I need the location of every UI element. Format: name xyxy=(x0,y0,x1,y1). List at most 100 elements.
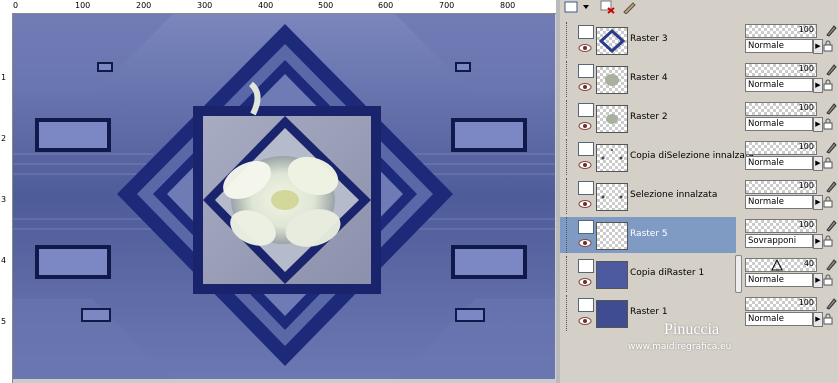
lock-icon[interactable] xyxy=(823,157,833,169)
brush-icon[interactable] xyxy=(825,23,837,37)
layer-name: Raster 1 xyxy=(630,307,668,317)
layer-row[interactable]: Raster 4 xyxy=(560,61,736,97)
blend-mode-select[interactable]: Normale xyxy=(745,117,813,131)
ruler-tick: 400 xyxy=(258,1,274,10)
layer-row[interactable]: Selezione innalzata xyxy=(560,178,736,214)
opacity-slider[interactable]: 100 xyxy=(745,297,817,311)
chevron-down-icon[interactable] xyxy=(582,0,590,14)
brush-icon[interactable] xyxy=(825,101,837,115)
layers-toolbar xyxy=(560,0,740,16)
layer-prop-row: 100 Normale ▶ xyxy=(743,295,838,333)
brush-icon[interactable] xyxy=(825,140,837,154)
tree-line xyxy=(566,22,577,58)
eye-icon[interactable] xyxy=(578,82,592,92)
ruler-tick: 100 xyxy=(75,1,91,10)
opacity-value: 100 xyxy=(798,181,814,190)
ruler-tick: 4 xyxy=(1,256,7,265)
layer-row[interactable]: Raster 2 xyxy=(560,100,736,136)
opacity-slider[interactable]: 100 xyxy=(745,102,817,116)
tree-line xyxy=(566,61,577,97)
layer-prop-row: 100 Normale ▶ xyxy=(743,100,838,138)
tree-line xyxy=(566,178,577,214)
layer-thumbnail xyxy=(596,105,628,133)
opacity-value: 100 xyxy=(798,220,814,229)
ruler-tick: 800 xyxy=(500,1,516,10)
chevron-right-icon[interactable]: ▶ xyxy=(813,39,823,54)
layers-list: Raster 3 Raster 4 Raster 2 Copia diSelez… xyxy=(560,22,754,362)
ruler-tick: 200 xyxy=(136,1,152,10)
tree-line xyxy=(566,295,577,331)
layer-properties: 100 Normale ▶ 100 Normale ▶ 100 Normale … xyxy=(743,22,838,362)
chevron-right-icon[interactable]: ▶ xyxy=(813,234,823,249)
eye-icon[interactable] xyxy=(578,277,592,287)
image-canvas[interactable] xyxy=(13,14,555,379)
chevron-right-icon[interactable]: ▶ xyxy=(813,156,823,171)
lock-icon[interactable] xyxy=(823,313,833,325)
layer-row[interactable]: Raster 3 xyxy=(560,22,736,58)
layer-row[interactable]: Copia diRaster 1 xyxy=(560,256,736,292)
eye-icon[interactable] xyxy=(578,316,592,326)
brush-icon[interactable] xyxy=(825,179,837,193)
opacity-slider[interactable]: 100 xyxy=(745,219,817,233)
eye-icon[interactable] xyxy=(578,160,592,170)
chevron-right-icon[interactable]: ▶ xyxy=(813,273,823,288)
blend-mode-select[interactable]: Normale xyxy=(745,195,813,209)
lock-icon[interactable] xyxy=(823,79,833,91)
layer-row[interactable]: Copia diSelezione innalzata xyxy=(560,139,754,175)
opacity-slider[interactable]: 100 xyxy=(745,63,817,77)
brush-icon[interactable] xyxy=(825,296,837,310)
opacity-slider[interactable]: 40 xyxy=(745,258,817,272)
brush-icon[interactable] xyxy=(825,62,837,76)
panel-split-handle[interactable] xyxy=(735,255,742,293)
ruler-tick: 1 xyxy=(1,73,7,82)
eye-icon[interactable] xyxy=(578,199,592,209)
blend-mode-select[interactable]: Sovrapponi xyxy=(745,234,813,248)
opacity-value: 100 xyxy=(798,142,814,151)
blend-mode-select[interactable]: Normale xyxy=(745,39,813,53)
raster-layer-icon xyxy=(578,298,594,312)
chevron-right-icon[interactable]: ▶ xyxy=(813,312,823,327)
layer-row-selected[interactable]: Raster 5 xyxy=(560,217,736,253)
ruler-tick: 500 xyxy=(318,1,334,10)
opacity-marker-icon xyxy=(771,259,783,271)
horizontal-scrollbar[interactable] xyxy=(13,379,555,383)
layer-name: Raster 3 xyxy=(630,34,668,44)
layer-name: Raster 2 xyxy=(630,112,668,122)
brush-icon[interactable] xyxy=(825,218,837,232)
layer-thumbnail xyxy=(596,183,628,211)
delete-layer-icon[interactable] xyxy=(600,0,616,14)
opacity-slider[interactable]: 100 xyxy=(745,180,817,194)
plaque-top-right xyxy=(451,118,527,152)
edit-layer-icon[interactable] xyxy=(622,0,638,15)
layer-thumbnail xyxy=(596,261,628,289)
lock-icon[interactable] xyxy=(823,235,833,247)
layer-prop-row: 100 Normale ▶ xyxy=(743,61,838,99)
opacity-slider[interactable]: 100 xyxy=(745,24,817,38)
lock-icon[interactable] xyxy=(823,274,833,286)
raster-layer-icon xyxy=(578,25,594,39)
chevron-right-icon[interactable]: ▶ xyxy=(813,195,823,210)
chevron-right-icon[interactable]: ▶ xyxy=(813,78,823,93)
blend-mode-select[interactable]: Normale xyxy=(745,273,813,287)
blend-mode-select[interactable]: Normale xyxy=(745,156,813,170)
opacity-slider[interactable]: 100 xyxy=(745,141,817,155)
layer-prop-row: 100 Normale ▶ xyxy=(743,139,838,177)
lock-icon[interactable] xyxy=(823,196,833,208)
blend-mode-select[interactable]: Normale xyxy=(745,78,813,92)
brush-icon[interactable] xyxy=(825,257,837,271)
plaque-bottom-left xyxy=(35,245,111,279)
raster-layer-icon xyxy=(578,220,594,234)
chevron-right-icon[interactable]: ▶ xyxy=(813,117,823,132)
eye-icon[interactable] xyxy=(578,238,592,248)
eye-icon[interactable] xyxy=(578,43,592,53)
layer-view-icon[interactable] xyxy=(564,0,580,14)
raster-layer-icon xyxy=(578,259,594,273)
eye-icon[interactable] xyxy=(578,121,592,131)
opacity-value: 40 xyxy=(803,259,814,268)
layer-thumbnail xyxy=(596,222,628,250)
lock-icon[interactable] xyxy=(823,40,833,52)
layer-name: Raster 5 xyxy=(630,229,668,239)
layer-name: Copia diRaster 1 xyxy=(630,268,705,278)
lock-icon[interactable] xyxy=(823,118,833,130)
blend-mode-select[interactable]: Normale xyxy=(745,312,813,326)
